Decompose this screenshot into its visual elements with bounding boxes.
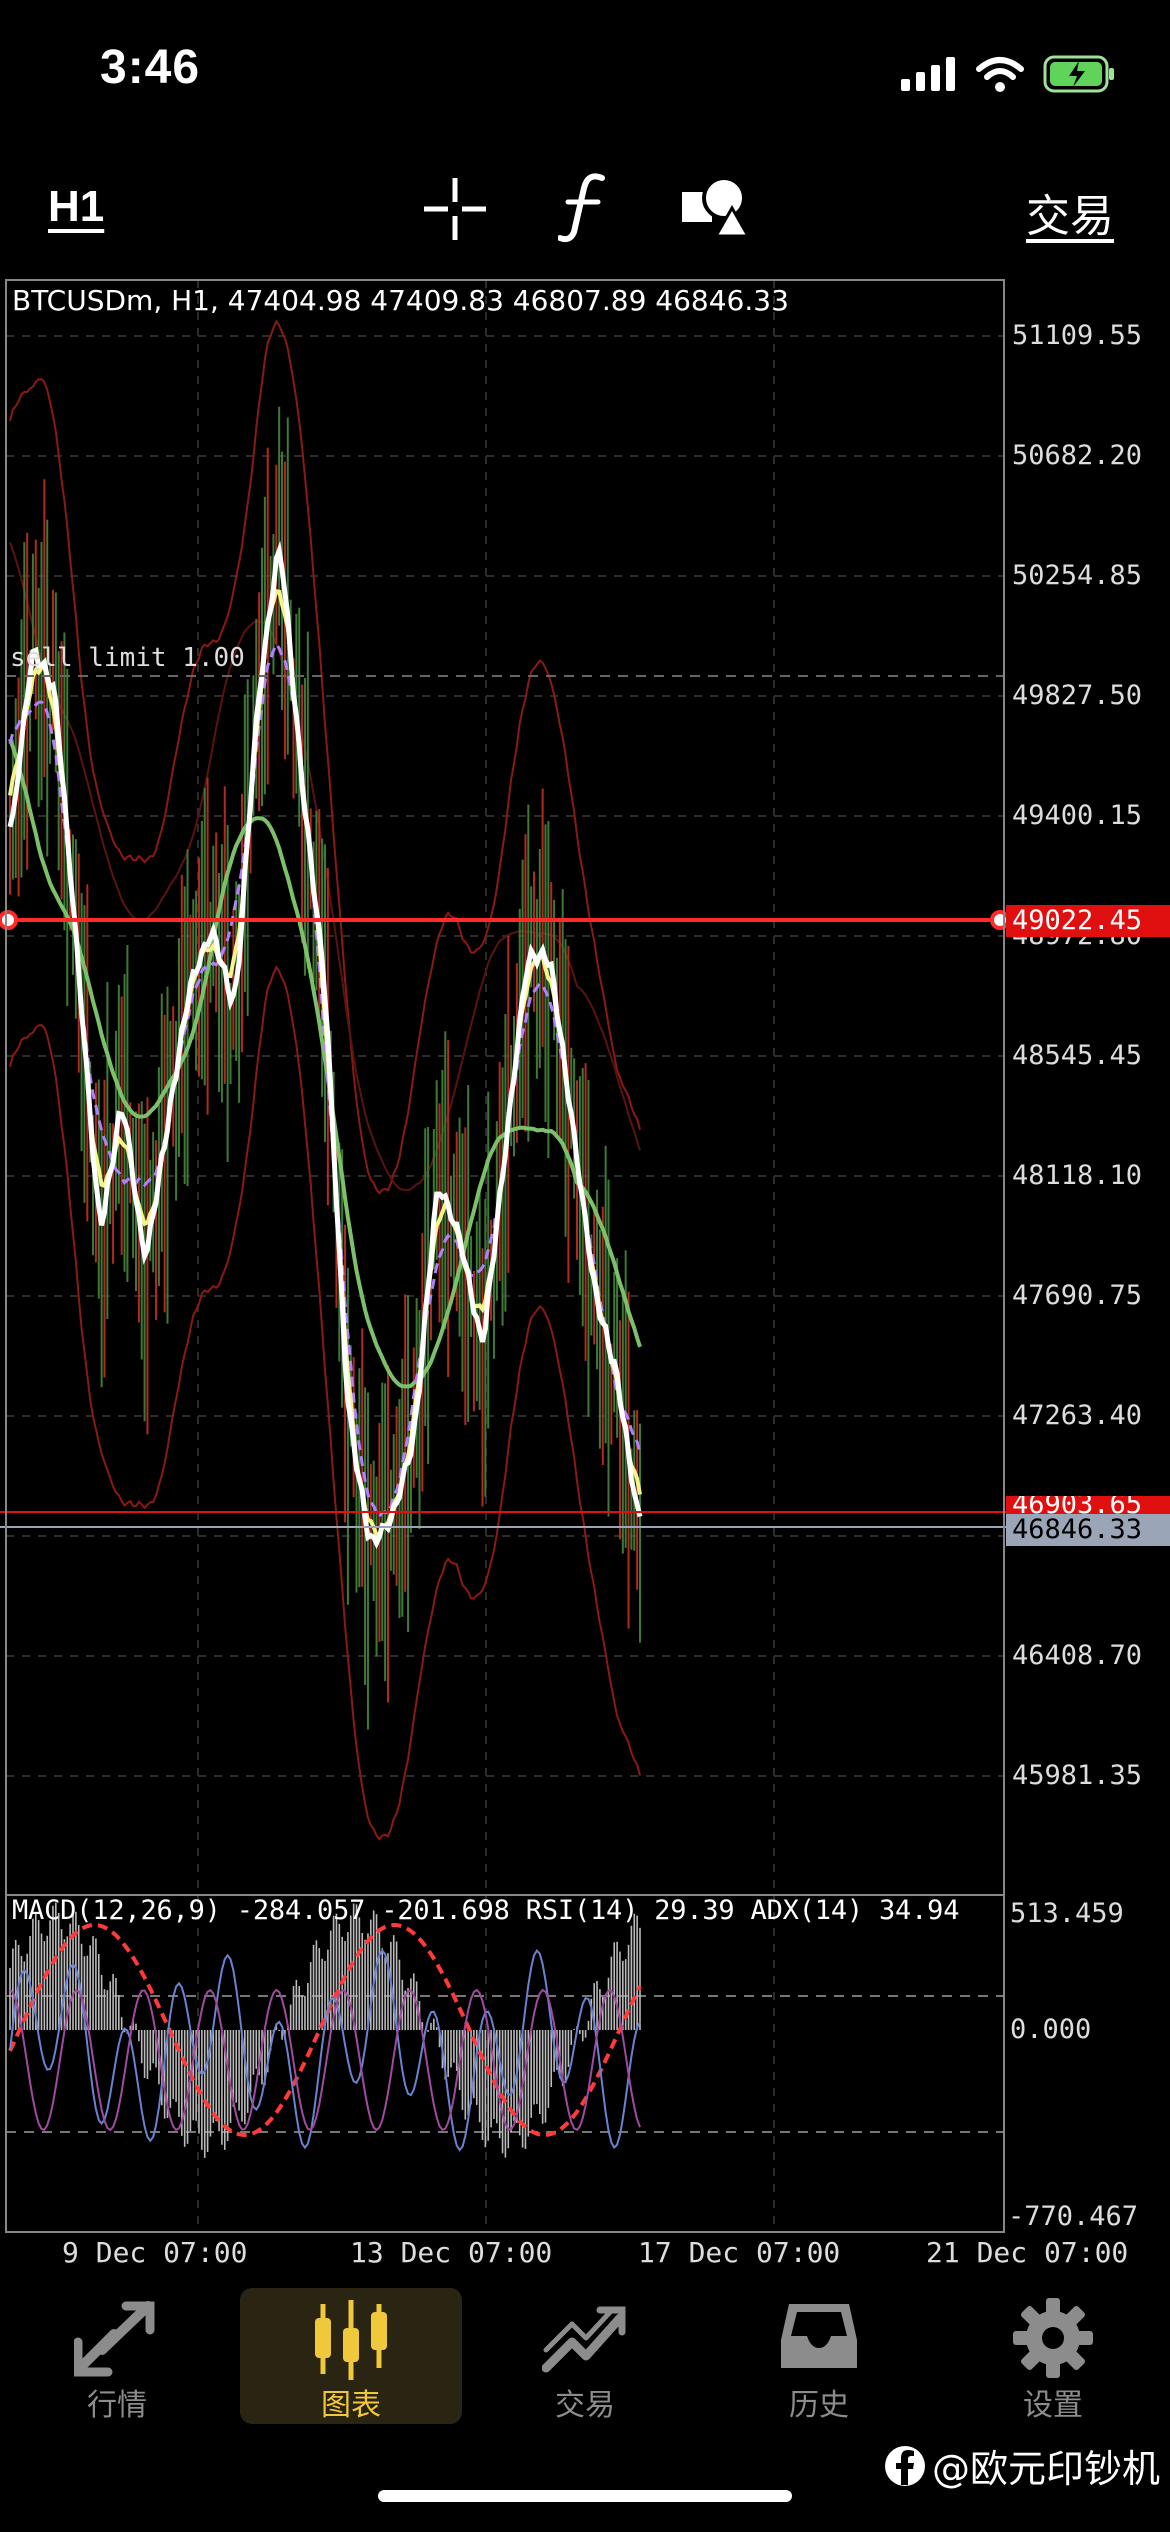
tab-trade[interactable]: 交易 xyxy=(474,2288,696,2424)
indicator-title: MACD(12,26,9) -284.057 -201.698 RSI(14) … xyxy=(12,1895,960,1926)
price-axis-label: 47690.75 xyxy=(1012,1280,1143,1311)
indicator-axis-zero: 0.000 xyxy=(1010,2014,1092,2045)
sell-limit-handle-left xyxy=(0,910,18,930)
history-icon xyxy=(781,2304,857,2368)
price-axis-label: 48118.10 xyxy=(1012,1160,1143,1191)
battery-charging-icon xyxy=(1043,55,1114,93)
price-axis-label: 51109.55 xyxy=(1012,320,1143,351)
bid-price-tag: 46846.33 xyxy=(1006,1514,1170,1546)
price-chart[interactable] xyxy=(0,270,1170,2250)
price-axis-label: 47263.40 xyxy=(1012,1400,1143,1431)
tab-chart[interactable]: 图表 xyxy=(240,2288,462,2424)
watermark: @欧元印钞机 xyxy=(884,2438,1160,2493)
price-axis-label: 45981.35 xyxy=(1012,1760,1143,1791)
signal-icon xyxy=(901,57,955,91)
price-axis-label: 46408.70 xyxy=(1012,1640,1143,1671)
facebook-icon xyxy=(884,2445,925,2486)
tab-label-trade: 交易 xyxy=(555,2388,615,2423)
quotes-icon xyxy=(74,2301,155,2377)
app-root: 3:46 H1 交易 BTCUSDm, H1, 47404.98 47409.8… xyxy=(0,0,1170,2532)
tab-history[interactable]: 历史 xyxy=(708,2288,930,2424)
price-axis-label: 49827.50 xyxy=(1012,680,1143,711)
date-label-2: 13 Dec 07:00 xyxy=(350,2236,553,2269)
price-axis-label: 50254.85 xyxy=(1012,560,1143,591)
date-label-3: 17 Dec 07:00 xyxy=(638,2236,841,2269)
tab-label-history: 历史 xyxy=(789,2388,849,2423)
trade-icon xyxy=(542,2306,626,2373)
indicator-axis-max: 513.459 xyxy=(1010,1898,1124,1929)
date-label-1: 9 Dec 07:00 xyxy=(62,2236,248,2269)
status-icons xyxy=(901,52,1115,96)
tab-label-quotes: 行情 xyxy=(87,2388,147,2423)
price-axis-label: 49400.15 xyxy=(1012,800,1143,831)
watermark-text: @欧元印钞机 xyxy=(931,2447,1160,2491)
objects-icon[interactable] xyxy=(682,176,750,238)
timeframe-button[interactable]: H1 xyxy=(48,182,104,232)
ohlc-header: BTCUSDm, H1, 47404.98 47409.83 46807.89 … xyxy=(12,284,789,317)
ask-price-tag: 46903.65 xyxy=(1006,1496,1170,1514)
tab-label-settings: 设置 xyxy=(1023,2388,1083,2423)
tab-quotes[interactable]: 行情 xyxy=(6,2288,228,2424)
candles-icon xyxy=(315,2300,387,2380)
wifi-icon xyxy=(976,57,1024,92)
tab-settings[interactable]: 设置 xyxy=(942,2288,1164,2424)
settings-icon xyxy=(1013,2298,1093,2378)
trade-button[interactable]: 交易 xyxy=(1026,180,1114,244)
tab-label-chart: 图表 xyxy=(321,2388,381,2423)
price-axis-label: 48545.45 xyxy=(1012,1040,1143,1071)
status-time: 3:46 xyxy=(100,41,201,94)
sell-limit-price-tag: 49022.45 xyxy=(1006,905,1170,937)
date-label-4: 21 Dec 07:00 xyxy=(926,2236,1129,2269)
indicator-lines xyxy=(6,1902,1004,2158)
function-icon[interactable] xyxy=(558,172,608,244)
indicator-axis-min: -770.467 xyxy=(1008,2201,1139,2232)
sell-limit-label[interactable]: sell limit 1.00 xyxy=(10,643,245,673)
price-axis-label: 50682.20 xyxy=(1012,440,1143,471)
home-indicator[interactable] xyxy=(378,2490,792,2502)
crosshair-icon[interactable] xyxy=(422,176,488,242)
